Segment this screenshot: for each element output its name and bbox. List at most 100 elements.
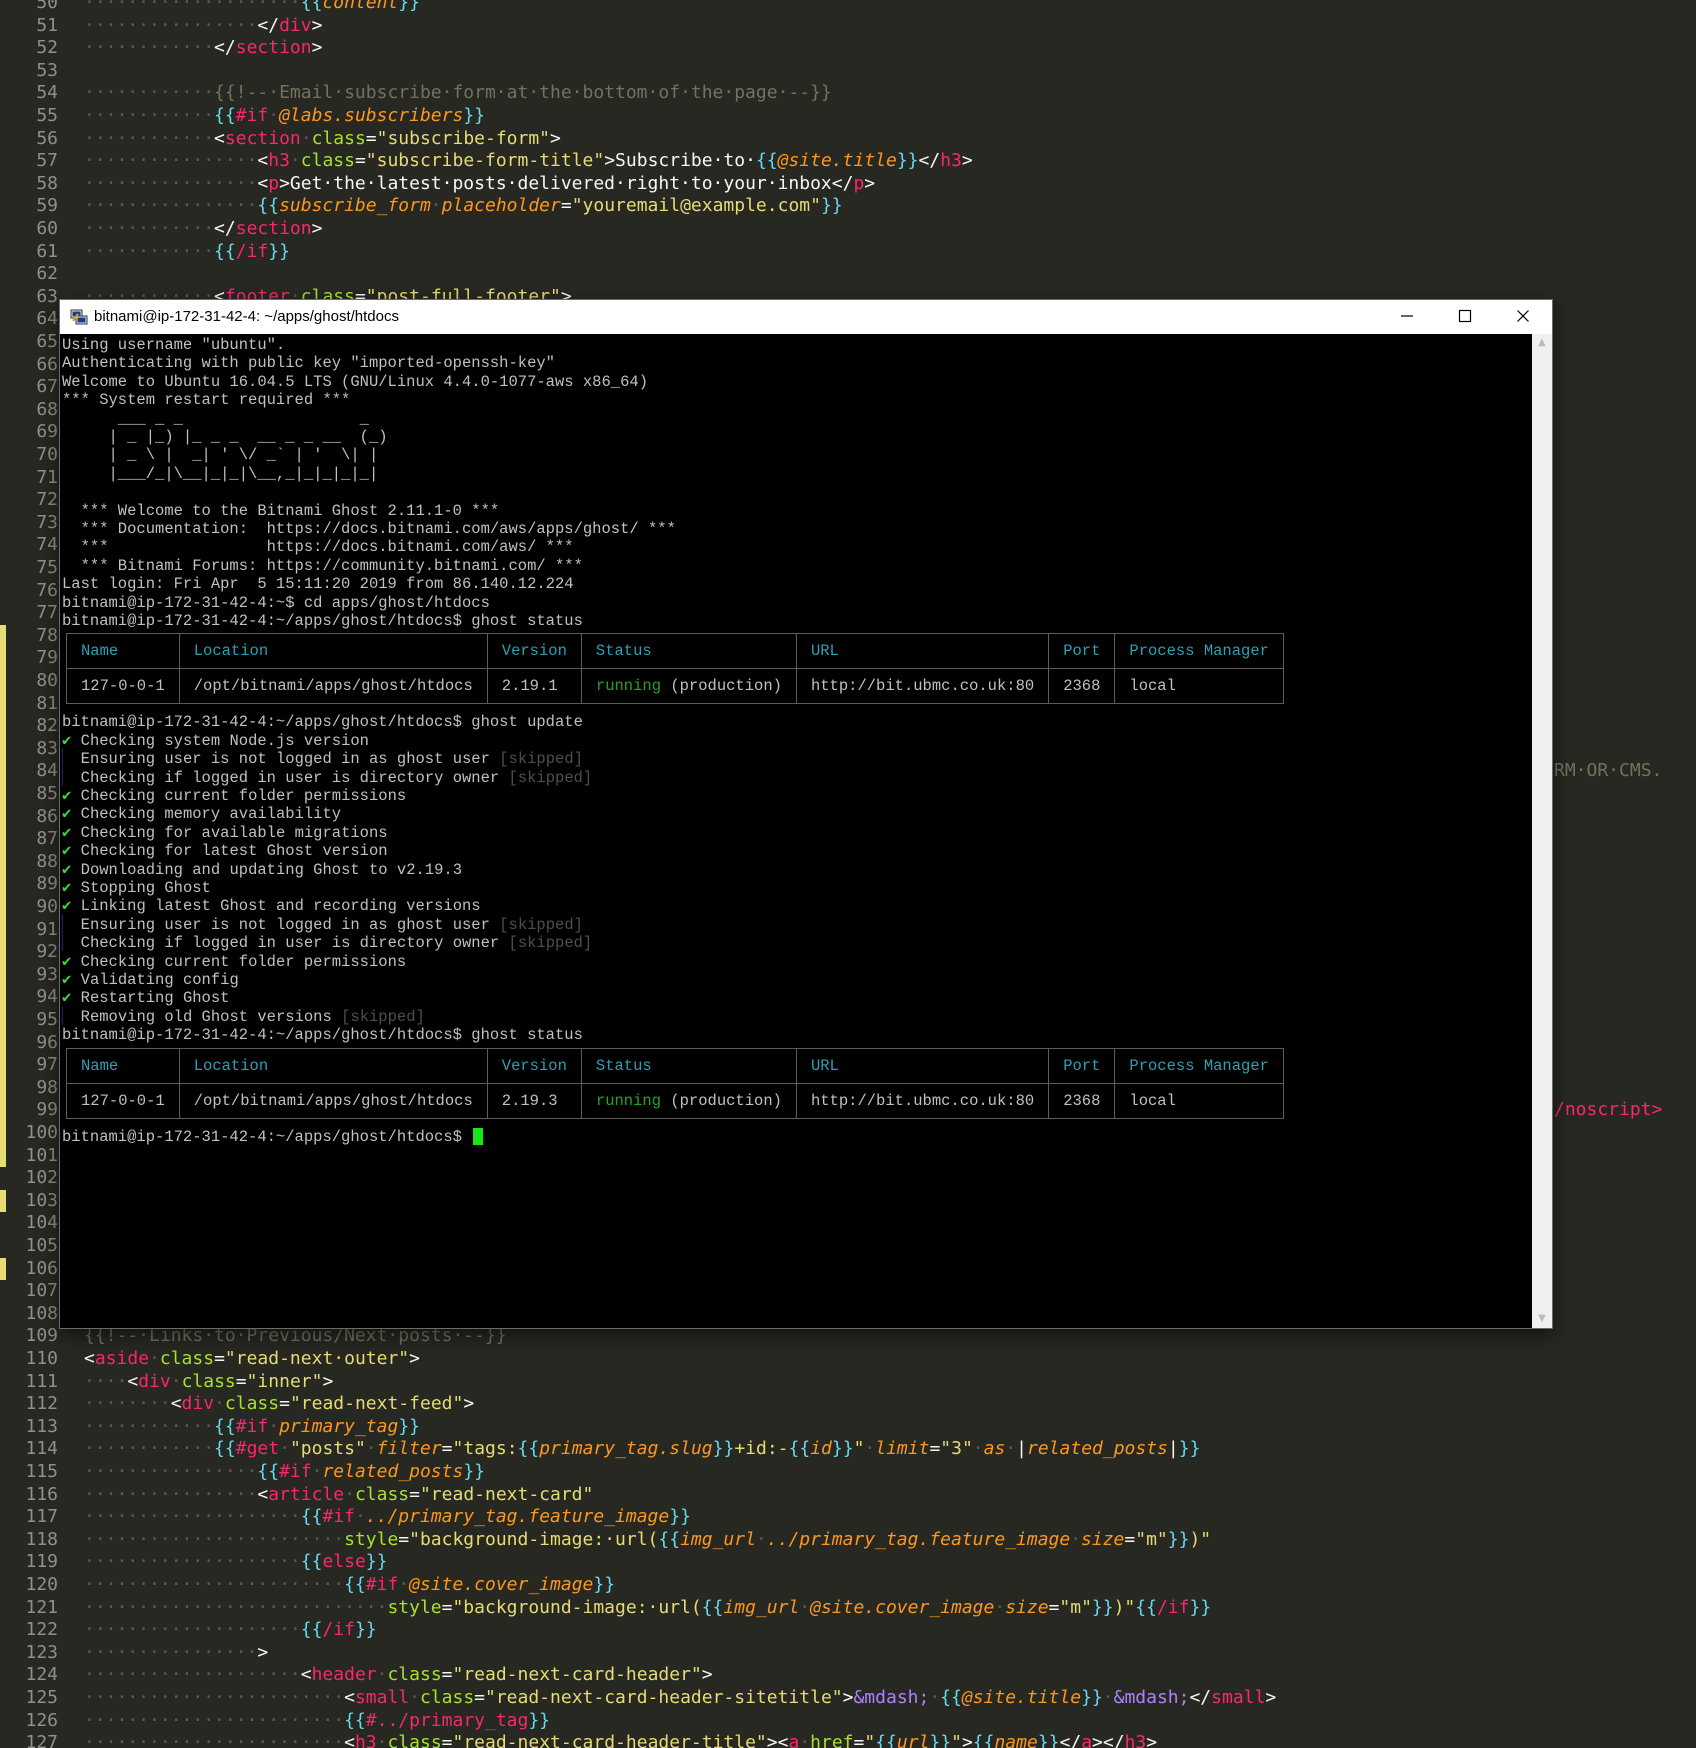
- editor-line[interactable]: 50 ····················{{content}}: [0, 0, 1696, 15]
- line-number: 110: [25, 1348, 58, 1369]
- maximize-button[interactable]: [1436, 300, 1494, 334]
- editor-line[interactable]: 111 ····<div·class="inner">: [0, 1371, 1696, 1394]
- terminal-title: bitnami@ip-172-31-42-4: ~/apps/ghost/htd…: [94, 308, 399, 325]
- editor-line[interactable]: 124 ····················<header·class="re…: [0, 1664, 1696, 1687]
- editor-line[interactable]: 116 ················<article·class="read-…: [0, 1484, 1696, 1507]
- table-cell: http://bit.ubmc.co.uk:80: [795, 668, 1050, 705]
- line-number: 108: [25, 1302, 58, 1324]
- line-number: 82: [36, 715, 58, 737]
- line-number: 117: [25, 1506, 58, 1528]
- editor-line[interactable]: 110 <aside·class="read-next·outer">: [0, 1348, 1696, 1371]
- code-text: ············{{/if}}: [84, 240, 290, 262]
- table-cell: 2368: [1048, 1082, 1116, 1119]
- terminal-scrollbar[interactable]: ▲ ▼: [1532, 334, 1552, 1328]
- code-text: ············{{#if·primary_tag}}: [84, 1415, 420, 1437]
- editor-line[interactable]: 117 ····················{{#if·../primary_…: [0, 1506, 1696, 1529]
- table-cell: 2368: [1048, 668, 1116, 705]
- editor-line[interactable]: 119 ····················{{else}}: [0, 1551, 1696, 1574]
- line-number: 56: [36, 127, 58, 149]
- editor-line[interactable]: 58 ················<p>Get·the·latest·post…: [0, 173, 1696, 196]
- terminal-prompt: bitnami@ip-172-31-42-4:~/apps/ghost/htdo…: [62, 1127, 484, 1146]
- table-cell: /opt/bitnami/apps/ghost/htdocs: [178, 668, 488, 705]
- table-header-cell: Version: [486, 633, 582, 670]
- minimize-button[interactable]: [1378, 300, 1436, 334]
- scroll-up-arrow-icon[interactable]: ▲: [1532, 334, 1552, 352]
- line-number: 97: [36, 1054, 58, 1076]
- line-number: 70: [36, 444, 58, 465]
- editor-line[interactable]: 51 ················</div>: [0, 15, 1696, 38]
- scroll-down-arrow-icon[interactable]: ▼: [1532, 1310, 1552, 1328]
- update-step: ✔ Checking system Node.js version: [62, 731, 369, 750]
- terminal-titlebar[interactable]: bitnami@ip-172-31-42-4: ~/apps/ghost/htd…: [60, 300, 1552, 334]
- line-number: 73: [36, 511, 58, 533]
- line-number: 64: [36, 308, 58, 330]
- editor-line[interactable]: 115 ················{{#if·related_posts}}: [0, 1461, 1696, 1484]
- editor-line[interactable]: 54 ············{{!--·Email·subscribe·form…: [0, 82, 1696, 105]
- code-text: ················>: [84, 1641, 269, 1663]
- code-text: ························{{#if·@site.cove…: [84, 1574, 616, 1595]
- line-number: 93: [36, 963, 58, 985]
- editor-line[interactable]: 60 ············</section>: [0, 218, 1696, 241]
- editor-line[interactable]: 113 ············{{#if·primary_tag}}: [0, 1416, 1696, 1439]
- code-text: ············{{!--·Email·subscribe·form·a…: [84, 82, 832, 104]
- line-number: 104: [25, 1212, 58, 1234]
- table-row: 127-0-0-1/opt/bitnami/apps/ghost/htdocs 2…: [66, 1082, 1284, 1119]
- line-number: 79: [36, 647, 58, 669]
- line-number: 63: [36, 285, 58, 307]
- editor-line[interactable]: 112 ········<div·class="read-next-feed">: [0, 1393, 1696, 1416]
- editor-line[interactable]: 121 ····························style="ba…: [0, 1597, 1696, 1620]
- line-number: 123: [25, 1641, 58, 1663]
- editor-line[interactable]: 57 ················<h3·class="subscribe-f…: [0, 150, 1696, 173]
- line-number: 59: [36, 195, 58, 217]
- editor-line[interactable]: 59 ················{{subscribe_form·place…: [0, 195, 1696, 218]
- table-row: 127-0-0-1/opt/bitnami/apps/ghost/htdocs 2…: [66, 668, 1284, 705]
- terminal-line: bitnami@ip-172-31-42-4:~$ cd apps/ghost/…: [62, 593, 490, 612]
- code-text: ····················{{#if·../primary_tag…: [84, 1506, 691, 1528]
- code-text: ············</section>: [84, 218, 323, 239]
- editor-line[interactable]: 126 ························{{#../primary…: [0, 1710, 1696, 1733]
- editor-line[interactable]: 114 ············{{#get·"posts"·filter="ta…: [0, 1438, 1696, 1461]
- line-number: 71: [36, 466, 58, 488]
- code-text: ············<section·class="subscribe-fo…: [84, 127, 561, 149]
- editor-line[interactable]: 127 ························<h3·class="re…: [0, 1732, 1696, 1748]
- line-number: 78: [36, 624, 58, 646]
- editor-line[interactable]: 62: [0, 263, 1696, 286]
- editor-line[interactable]: 109 {{!--·Links·to·Previous/Next·posts·--…: [0, 1325, 1696, 1348]
- editor-line[interactable]: 52 ············</section>: [0, 37, 1696, 60]
- update-step: ✔ Checking current folder permissions: [62, 952, 407, 971]
- line-number: 62: [36, 263, 58, 285]
- update-step: ✔ Downloading and updating Ghost to v2.1…: [62, 860, 463, 879]
- line-number: 116: [25, 1483, 58, 1505]
- close-button[interactable]: [1494, 300, 1552, 334]
- table-header-cell: Status: [580, 1047, 797, 1084]
- terminal-line: Using username "ubuntu".: [62, 336, 286, 354]
- line-number: 94: [36, 986, 58, 1008]
- line-number: 55: [36, 105, 58, 126]
- editor-line[interactable]: 118 ························style="backgr…: [0, 1529, 1696, 1552]
- editor-line[interactable]: 120 ························{{#if·@site.c…: [0, 1574, 1696, 1597]
- update-step: ▏ Ensuring user is not logged in as ghos…: [62, 915, 583, 934]
- editor-line-peek: /noscript>: [1554, 1099, 1663, 1121]
- editor-line[interactable]: 122 ····················{{/if}}: [0, 1619, 1696, 1642]
- editor-line[interactable]: 123 ················>: [0, 1642, 1696, 1665]
- line-number: 109: [25, 1325, 58, 1347]
- terminal-line: ___ _ _ _: [62, 409, 369, 428]
- editor-line[interactable]: 53: [0, 60, 1696, 83]
- terminal-output[interactable]: Using username "ubuntu". Authenticating w…: [60, 334, 1532, 1328]
- terminal-line: bitnami@ip-172-31-42-4:~/apps/ghost/htdo…: [62, 713, 583, 732]
- line-number: 87: [36, 828, 58, 850]
- editor-line[interactable]: 61 ············{{/if}}: [0, 241, 1696, 264]
- table-header-cell: Location: [178, 1047, 488, 1084]
- table-cell: /opt/bitnami/apps/ghost/htdocs: [178, 1082, 488, 1119]
- line-number: 127: [25, 1732, 58, 1748]
- line-number: 67: [36, 376, 58, 398]
- terminal-line: *** Documentation: https://docs.bitnami.…: [62, 520, 676, 538]
- editor-line[interactable]: 56 ············<section·class="subscribe-…: [0, 128, 1696, 151]
- editor-line[interactable]: 55 ············{{#if·@labs.subscribers}}: [0, 105, 1696, 128]
- terminal-line: *** System restart required ***: [62, 391, 351, 410]
- code-text: ························<h3·class="read-…: [84, 1732, 1158, 1748]
- terminal-window[interactable]: bitnami@ip-172-31-42-4: ~/apps/ghost/htd…: [60, 300, 1552, 1328]
- editor-line[interactable]: 125 ························<small·class=…: [0, 1687, 1696, 1710]
- line-number: 84: [36, 760, 58, 782]
- putty-app-icon: [70, 308, 88, 326]
